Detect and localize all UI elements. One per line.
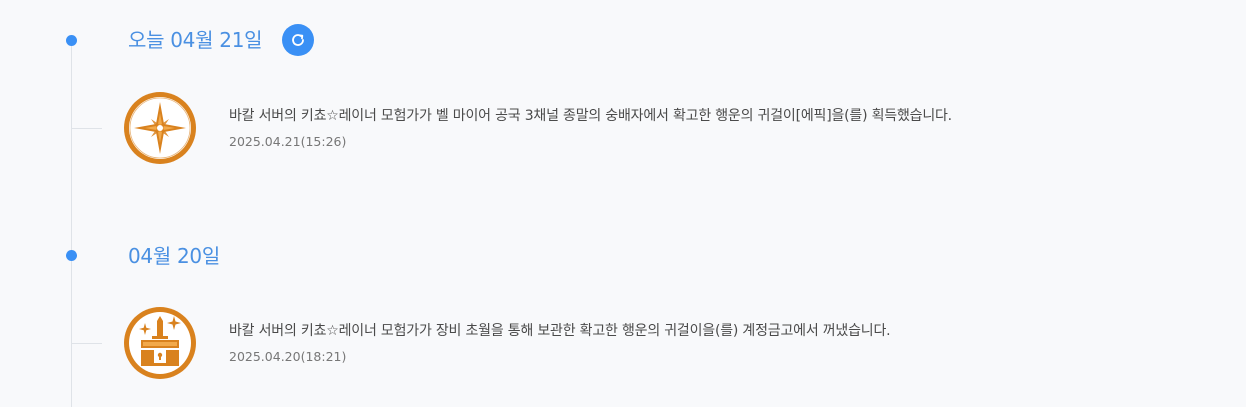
timeline-line bbox=[71, 40, 72, 407]
event-datetime: 2025.04.21(15:26) bbox=[229, 134, 347, 149]
day-title: 오늘 04월 21일 bbox=[128, 28, 263, 52]
event-datetime: 2025.04.20(18:21) bbox=[229, 349, 347, 364]
event-message: 바칼 서버의 키쵸☆레이너 모험가가 장비 초월을 통해 보관한 확고한 행운의… bbox=[229, 323, 891, 339]
compass-star-icon bbox=[121, 89, 199, 167]
day-title: 04월 20일 bbox=[128, 244, 220, 268]
refresh-icon bbox=[292, 34, 304, 46]
refresh-button[interactable] bbox=[282, 24, 314, 56]
timeline-dot bbox=[66, 250, 77, 261]
treasure-chest-icon bbox=[121, 304, 199, 382]
timeline-dot bbox=[66, 35, 77, 46]
event-message: 바칼 서버의 키쵸☆레이너 모험가가 벨 마이어 공국 3채널 종말의 숭배자에… bbox=[229, 108, 952, 124]
timeline-tick bbox=[72, 343, 102, 344]
timeline-tick bbox=[72, 128, 102, 129]
